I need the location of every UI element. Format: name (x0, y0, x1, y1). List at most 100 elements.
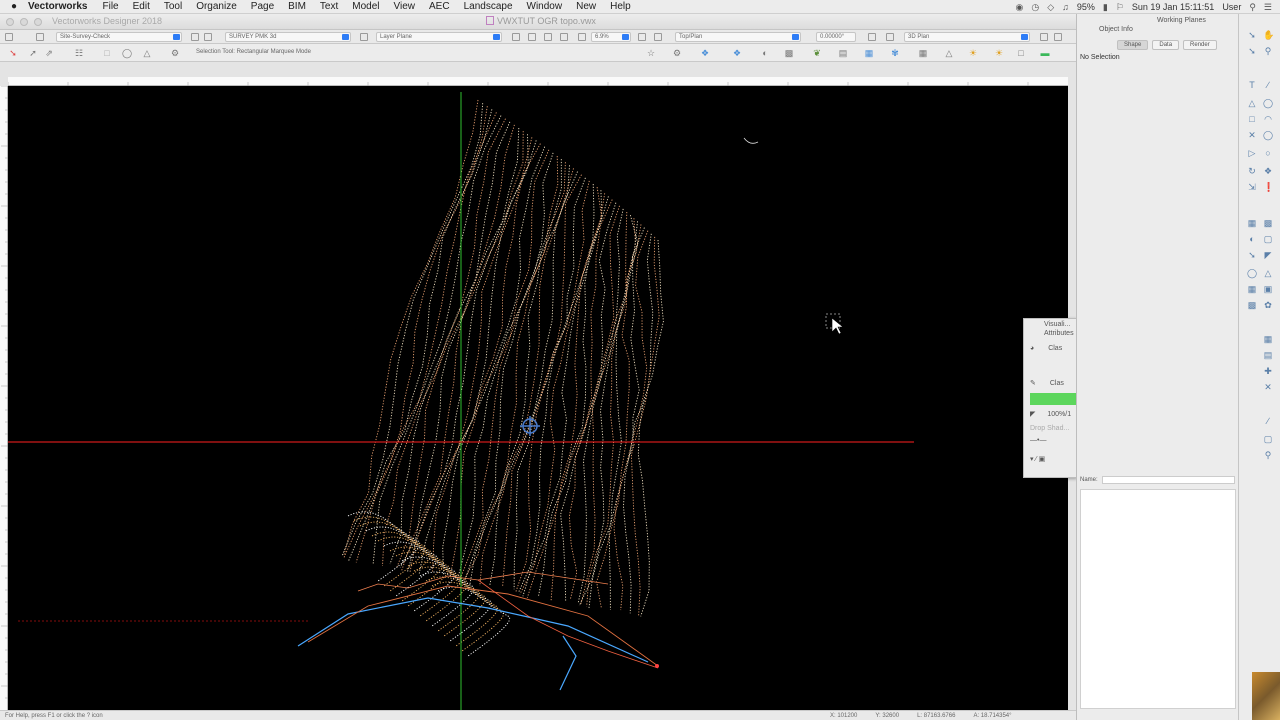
line-tool-icon[interactable]: ∕ (1263, 80, 1273, 90)
rectangle-tool-icon[interactable]: □ (1247, 114, 1257, 124)
road-tool-icon[interactable]: ∕ (1263, 416, 1273, 426)
polygon-tool-icon[interactable]: △ (1247, 98, 1257, 108)
tool-sets-palette[interactable]: Working Planes ➘ ✋ ➘ ⚲ T ∕ △ ◯ □ ◠ ✕ ◯ ▷… (1157, 14, 1280, 720)
menu-page[interactable]: Page (251, 1, 274, 12)
menu-edit[interactable]: Edit (133, 1, 150, 12)
back-icon[interactable] (5, 33, 13, 41)
apple-menu-icon[interactable]: ● (0, 1, 28, 12)
record-icon[interactable]: ◉ (1015, 2, 1023, 13)
tab-shape[interactable]: Shape (1117, 40, 1149, 50)
grid-icon[interactable]: ▦ (918, 48, 928, 58)
offset-tool-icon[interactable]: ◯ (1263, 130, 1273, 140)
spotlight-icon[interactable]: ⚲ (1249, 2, 1256, 13)
marker-row[interactable]: ▾ ⁄ ▣ (1024, 455, 1076, 464)
sweep-tool-icon[interactable]: ◐ (1247, 234, 1257, 244)
menu-view[interactable]: View (394, 1, 416, 12)
cross-tool-icon[interactable]: ✕ (1263, 382, 1273, 392)
stake-tool-icon[interactable]: ❗ (1263, 182, 1274, 192)
grid-tool-icon[interactable]: ▦ (1263, 334, 1273, 344)
layer-toggle-icon[interactable]: ▤ (838, 48, 848, 58)
zoom-window-button[interactable] (34, 18, 42, 26)
volume-icon[interactable]: ♫ (1062, 2, 1069, 12)
fillet-tool-icon[interactable]: ○ (1263, 148, 1273, 158)
site-model-tool-icon[interactable]: ▦ (1247, 284, 1257, 294)
snap-grid-icon[interactable]: ☆ (646, 48, 656, 58)
rotation-field[interactable]: 0.00000° (816, 32, 856, 42)
view-toggle-icon[interactable]: ❦ (812, 48, 822, 58)
rotate-plan-icon[interactable] (868, 33, 876, 41)
saved-views-icon[interactable] (1040, 33, 1048, 41)
section-icon[interactable]: ▦ (864, 48, 874, 58)
visualization-palette-title[interactable]: Visuali... (1024, 321, 1076, 330)
notification-center-icon[interactable]: ☰ (1264, 2, 1272, 13)
selection-tool-icon[interactable]: ➘ (8, 48, 18, 58)
menu-text[interactable]: Text (320, 1, 338, 12)
extrude-tool-icon[interactable]: ▩ (1263, 218, 1273, 228)
nurbs-tool-icon[interactable]: ◤ (1263, 250, 1273, 260)
zoom-level-field[interactable]: 6.9% (591, 32, 631, 42)
zoom-out-icon[interactable] (560, 33, 568, 41)
standard-views-icon[interactable] (512, 33, 520, 41)
trim-tool-icon[interactable]: ✕ (1247, 130, 1257, 140)
render-options-icon[interactable] (886, 33, 894, 41)
plant-tool-icon[interactable]: ✿ (1263, 300, 1273, 310)
line-style-row[interactable]: —•— (1024, 437, 1076, 446)
tab-data[interactable]: Data (1152, 40, 1180, 50)
vertical-ruler[interactable] (0, 85, 8, 710)
fill-style-row[interactable]: ◕ Clas (1024, 345, 1076, 354)
class-options-icon[interactable] (191, 33, 199, 41)
render-icon[interactable]: ▩ (784, 48, 794, 58)
attributes-palette-title[interactable]: Attributes (1024, 330, 1076, 339)
light-icon[interactable]: ☀ (968, 48, 978, 58)
slab-tool-icon[interactable]: ▢ (1263, 434, 1273, 444)
polygonal-marquee-icon[interactable]: △ (142, 48, 152, 58)
menu-organize[interactable]: Organize (196, 1, 237, 12)
fill-color-swatch[interactable] (1030, 393, 1076, 405)
lasso-marquee-icon[interactable]: ◯ (122, 48, 132, 58)
column-tool-icon[interactable]: ✚ (1263, 366, 1273, 376)
horizontal-ruler[interactable] (7, 77, 1068, 90)
zoom-icon[interactable] (578, 33, 586, 41)
push-pull-tool-icon[interactable]: ▦ (1247, 218, 1257, 228)
parking-tool-icon[interactable]: ⚲ (1263, 450, 1273, 460)
tab-render[interactable]: Render (1183, 40, 1217, 50)
name-input[interactable] (1102, 476, 1235, 484)
clip-cube-icon[interactable]: △ (944, 48, 954, 58)
zoom-fit-icon[interactable] (528, 33, 536, 41)
menu-help[interactable]: Help (610, 1, 631, 12)
active-class-select[interactable]: Site-Survey-Check (56, 32, 182, 42)
current-view-select[interactable]: Top/Plan (675, 32, 801, 42)
layer-visibility-icon[interactable] (204, 33, 212, 41)
text-tool-icon[interactable]: T (1247, 80, 1257, 90)
time-machine-icon[interactable]: ◷ (1031, 2, 1039, 13)
dimension-tool-icon[interactable]: ⇲ (1247, 182, 1257, 192)
menu-model[interactable]: Model (352, 1, 379, 12)
topography-drawing[interactable] (8, 86, 1068, 710)
pen-style-row[interactable]: ✎ Clas (1024, 379, 1076, 388)
cone-tool-icon[interactable]: △ (1263, 268, 1273, 278)
object-info-palette[interactable]: Object Info Shape Data Render No Selecti… (1076, 14, 1238, 720)
menu-aec[interactable]: AEC (429, 1, 450, 12)
fullscreen-icon[interactable]: □ (1016, 48, 1026, 58)
visibility-icon[interactable] (1054, 33, 1062, 41)
rotate-tool-icon[interactable]: ↻ (1247, 166, 1257, 176)
layer-options-icon[interactable] (360, 33, 368, 41)
mirror-tool-icon[interactable]: ▷ (1247, 148, 1257, 158)
flag-icon[interactable]: ⚐ (1116, 2, 1124, 13)
eyedropper-tool-icon[interactable]: ❖ (1263, 166, 1273, 176)
snap-settings-icon[interactable]: ⚙ (672, 48, 682, 58)
clock[interactable]: Sun 19 Jan 15:11:51 (1132, 2, 1214, 12)
menu-new[interactable]: New (576, 1, 596, 12)
shell-tool-icon[interactable]: ▢ (1263, 234, 1273, 244)
layer-plane-select[interactable]: Layer Plane (376, 32, 502, 42)
attributes-palette[interactable]: Visuali... Attributes ◕ Clas ✎ Clas ◤ 10… (1023, 318, 1077, 478)
zoom-in-icon[interactable] (544, 33, 552, 41)
class-toggle-icon[interactable]: ✾ (890, 48, 900, 58)
sphere-tool-icon[interactable]: ◯ (1247, 268, 1257, 278)
pan-tool-icon[interactable]: ✋ (1263, 30, 1274, 40)
layer-plane-icon[interactable]: ▬ (1040, 48, 1050, 58)
pointer-tool-icon[interactable]: ➘ (1247, 30, 1257, 40)
interactive-scaling-icon[interactable]: ➚ (28, 48, 38, 58)
tool-preferences-icon[interactable]: ⚙ (170, 48, 180, 58)
menu-bim[interactable]: BIM (288, 1, 306, 12)
